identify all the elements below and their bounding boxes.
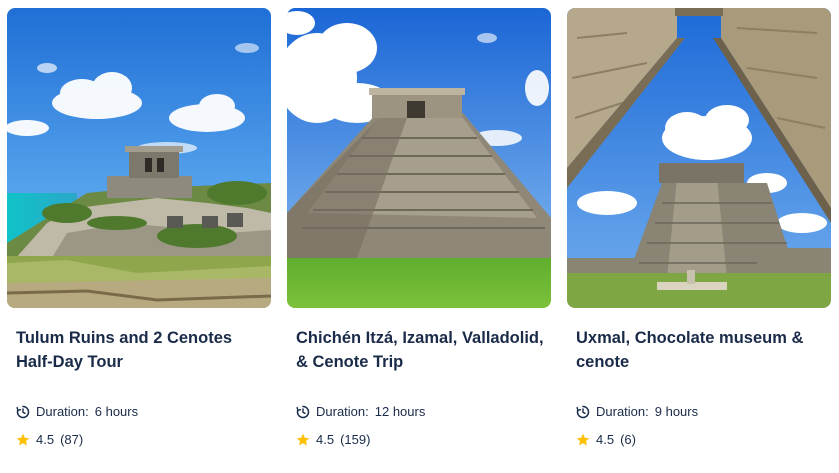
star-icon <box>576 433 590 447</box>
tour-card-uxmal[interactable]: Uxmal, Chocolate museum & cenote Duratio… <box>567 8 831 458</box>
tour-title[interactable]: Tulum Ruins and 2 Cenotes Half-Day Tour <box>16 326 264 374</box>
duration-label: Duration: <box>316 404 369 419</box>
rating-value: 4.5 <box>596 432 615 447</box>
tour-image-uxmal[interactable] <box>567 8 831 308</box>
review-count: (6) <box>620 432 636 447</box>
tour-card-grid: Tulum Ruins and 2 Cenotes Half-Day Tour … <box>0 0 839 473</box>
clock-arrow-icon <box>296 405 310 419</box>
duration-label: Duration: <box>596 404 649 419</box>
duration-value: 6 hours <box>94 404 139 419</box>
tour-card-tulum[interactable]: Tulum Ruins and 2 Cenotes Half-Day Tour … <box>7 8 271 458</box>
clock-arrow-icon <box>16 405 30 419</box>
clock-arrow-icon <box>576 405 590 419</box>
duration-label: Duration: <box>36 404 89 419</box>
rating-value: 4.5 <box>316 432 335 447</box>
tour-rating: 4.5 (6) <box>576 432 636 447</box>
tour-image-tulum-ruins[interactable] <box>7 8 271 308</box>
tour-duration: Duration: 6 hours <box>16 404 138 419</box>
tour-duration: Duration: 12 hours <box>296 404 425 419</box>
tour-rating: 4.5 (159) <box>296 432 370 447</box>
tour-title[interactable]: Chichén Itzá, Izamal, Valladolid, & Ceno… <box>296 326 544 374</box>
review-count: (159) <box>340 432 371 447</box>
duration-value: 9 hours <box>654 404 699 419</box>
tour-card-chichen-itza[interactable]: Chichén Itzá, Izamal, Valladolid, & Ceno… <box>287 8 551 458</box>
duration-value: 12 hours <box>374 404 426 419</box>
review-count: (87) <box>60 432 84 447</box>
tour-image-chichen-itza[interactable] <box>287 8 551 308</box>
tour-title[interactable]: Uxmal, Chocolate museum & cenote <box>576 326 824 374</box>
rating-value: 4.5 <box>36 432 55 447</box>
star-icon <box>16 433 30 447</box>
tour-rating: 4.5 (87) <box>16 432 83 447</box>
star-icon <box>296 433 310 447</box>
tour-duration: Duration: 9 hours <box>576 404 698 419</box>
